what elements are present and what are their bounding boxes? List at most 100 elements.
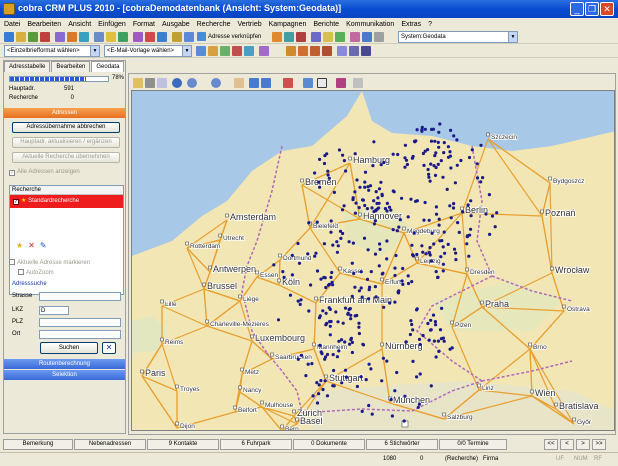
address-marker[interactable] xyxy=(484,212,488,216)
tab-stichwoerter[interactable]: 6 Stichwörter xyxy=(366,439,438,450)
address-marker[interactable] xyxy=(329,230,333,234)
address-marker[interactable] xyxy=(344,169,348,173)
menu-berichte[interactable]: Berichte xyxy=(313,21,339,28)
address-marker[interactable] xyxy=(318,185,322,189)
address-marker[interactable] xyxy=(369,367,373,371)
address-marker[interactable] xyxy=(442,141,446,145)
address-marker[interactable] xyxy=(427,172,431,176)
address-marker[interactable] xyxy=(393,389,397,393)
address-marker[interactable] xyxy=(461,210,465,214)
address-marker[interactable] xyxy=(349,338,353,342)
tab-kontakte[interactable]: 9 Kontakte xyxy=(147,439,219,450)
letter-icon[interactable] xyxy=(196,46,206,56)
save-icon[interactable] xyxy=(28,32,38,42)
address-marker[interactable] xyxy=(307,309,311,313)
address-marker[interactable] xyxy=(469,199,473,203)
address-marker[interactable] xyxy=(415,252,419,257)
address-marker[interactable] xyxy=(355,178,359,182)
address-marker[interactable] xyxy=(382,160,386,165)
address-marker[interactable] xyxy=(304,374,308,378)
note-icon[interactable] xyxy=(157,32,167,42)
address-marker[interactable] xyxy=(475,176,480,180)
address-marker[interactable] xyxy=(410,243,414,247)
address-marker[interactable] xyxy=(449,216,453,220)
address-marker[interactable] xyxy=(306,252,310,256)
address-marker[interactable] xyxy=(388,301,392,305)
address-marker[interactable] xyxy=(336,244,340,248)
tab-geodata[interactable]: Geodata xyxy=(91,61,125,72)
export-icon[interactable] xyxy=(244,46,254,56)
address-marker[interactable] xyxy=(439,159,443,163)
address-marker[interactable] xyxy=(383,207,387,211)
address-marker[interactable] xyxy=(381,356,385,360)
address-marker[interactable] xyxy=(347,240,351,244)
address-marker[interactable] xyxy=(427,175,431,179)
map-canvas[interactable]: BremenHamburgSzczecinBydgoszczAmsterdam H… xyxy=(132,91,615,431)
address-marker[interactable] xyxy=(439,337,443,341)
address-marker[interactable] xyxy=(424,252,428,256)
address-marker[interactable] xyxy=(357,206,361,210)
address-marker[interactable] xyxy=(337,148,342,152)
address-marker[interactable] xyxy=(440,306,444,310)
address-marker[interactable] xyxy=(401,266,405,271)
address-marker[interactable] xyxy=(495,211,499,215)
address-marker[interactable] xyxy=(389,398,393,402)
address-marker[interactable] xyxy=(434,270,438,274)
cut-icon[interactable] xyxy=(67,32,77,42)
address-marker[interactable] xyxy=(452,202,456,206)
address-marker[interactable] xyxy=(438,239,442,243)
address-marker[interactable] xyxy=(414,199,418,203)
bird-icon-2[interactable] xyxy=(298,46,308,56)
close-button[interactable]: ✕ xyxy=(600,2,614,16)
address-marker[interactable] xyxy=(427,218,431,222)
show-all-checkbox[interactable]: ✓ Alle Adressen anzeigen xyxy=(9,169,80,176)
address-marker[interactable] xyxy=(385,239,389,243)
address-marker[interactable] xyxy=(429,259,434,263)
address-marker[interactable] xyxy=(411,253,415,257)
address-marker[interactable] xyxy=(318,314,322,318)
address-marker[interactable] xyxy=(331,384,335,388)
address-marker[interactable] xyxy=(430,127,434,131)
geo-map[interactable]: Bremen Hamburg Szczecin Bydgoszcz Amsterdam H… xyxy=(131,90,615,431)
address-marker[interactable] xyxy=(320,352,324,356)
address-marker[interactable] xyxy=(330,270,334,275)
address-marker[interactable] xyxy=(361,343,366,347)
address-marker[interactable] xyxy=(367,188,371,192)
address-marker[interactable] xyxy=(406,281,411,286)
address-marker[interactable] xyxy=(315,401,320,405)
address-marker[interactable] xyxy=(352,271,356,276)
tab-termine[interactable]: 0/0 Termine xyxy=(439,439,507,450)
address-marker[interactable] xyxy=(437,223,441,227)
redo-icon[interactable] xyxy=(261,78,271,88)
bird-icon-3[interactable] xyxy=(310,46,320,56)
address-marker[interactable] xyxy=(394,253,398,258)
address-marker[interactable] xyxy=(418,372,422,376)
globe-icon[interactable] xyxy=(172,78,182,88)
address-marker[interactable] xyxy=(411,359,415,363)
address-marker[interactable] xyxy=(417,337,422,341)
tab-bearbeiten[interactable]: Bearbeiten xyxy=(51,61,91,72)
address-marker[interactable] xyxy=(469,214,473,218)
address-marker[interactable] xyxy=(391,228,395,232)
mark-address-checkbox[interactable]: Aktuelle Adresse markieren xyxy=(9,259,90,266)
address-marker[interactable] xyxy=(467,254,471,258)
address-marker[interactable] xyxy=(341,231,345,236)
address-marker[interactable] xyxy=(431,313,436,317)
address-marker[interactable] xyxy=(409,197,413,201)
address-marker[interactable] xyxy=(374,295,378,299)
address-marker[interactable] xyxy=(393,300,397,304)
pan-hand-icon[interactable] xyxy=(234,78,244,88)
tab-bemerkung[interactable]: Bemerkung xyxy=(3,439,73,450)
address-marker[interactable] xyxy=(335,250,339,254)
address-marker[interactable] xyxy=(360,409,364,413)
address-marker[interactable] xyxy=(465,234,470,238)
address-marker[interactable] xyxy=(288,293,293,297)
address-marker[interactable] xyxy=(297,261,302,265)
address-marker[interactable] xyxy=(366,248,370,252)
address-marker[interactable] xyxy=(441,175,445,179)
address-marker[interactable] xyxy=(428,179,432,183)
tab-nebenadressen[interactable]: Nebenadressen xyxy=(74,439,146,450)
nav-next-button[interactable]: > xyxy=(576,439,590,450)
address-marker[interactable] xyxy=(428,328,433,332)
address-marker[interactable] xyxy=(380,194,384,198)
